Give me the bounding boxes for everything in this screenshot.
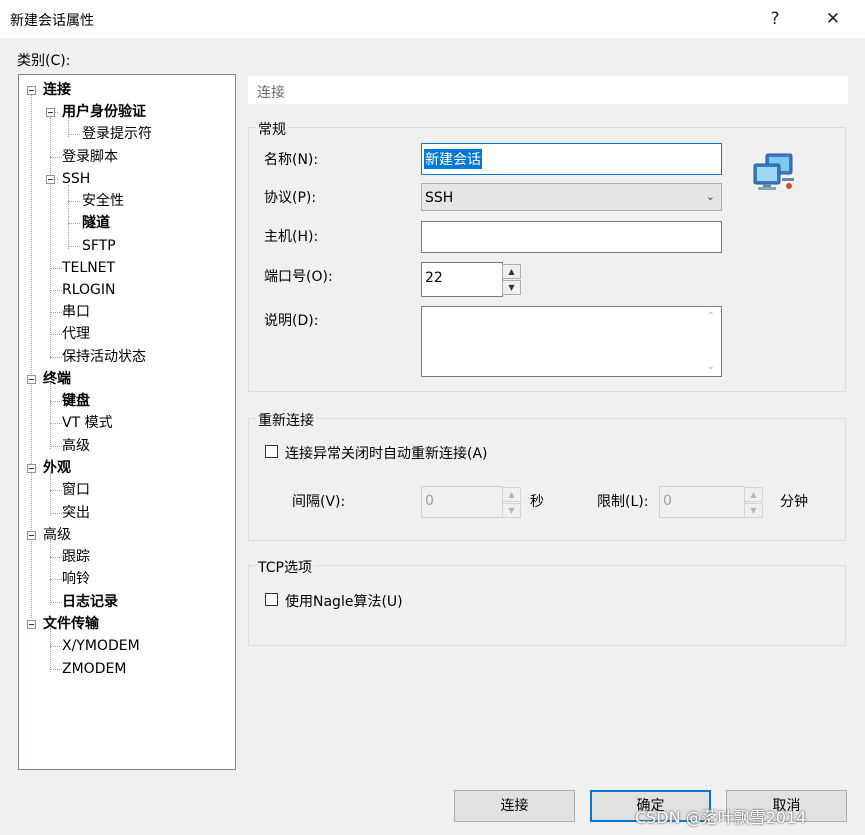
tree-item-trace[interactable]: 跟踪 xyxy=(62,547,90,567)
auto-reconnect-label[interactable]: 连接异常关闭时自动重新连接(A) xyxy=(285,443,488,463)
description-label: 说明(D): xyxy=(264,313,319,329)
host-input[interactable] xyxy=(421,221,722,253)
scroll-down-icon[interactable]: ⌄ xyxy=(707,361,715,372)
category-label: 类别(C): xyxy=(17,53,71,69)
tree-item-sftp[interactable]: SFTP xyxy=(82,236,116,256)
name-input-value: 新建会话 xyxy=(424,149,482,169)
name-input[interactable]: 新建会话 xyxy=(421,143,722,175)
general-group-title: 常规 xyxy=(256,119,288,139)
tree-item-terminal-advanced[interactable]: 高级 xyxy=(62,436,90,456)
tree-item-connection[interactable]: 连接 xyxy=(43,80,71,100)
tree-item-highlight[interactable]: 突出 xyxy=(62,503,90,523)
watermark: CSDN @落叶飘雪2014 xyxy=(635,808,807,827)
tree-item-serial[interactable]: 串口 xyxy=(62,302,90,322)
expand-toggle-icon[interactable] xyxy=(46,175,55,184)
tcp-group-title: TCP选项 xyxy=(256,557,314,577)
tree-item-keyboard[interactable]: 键盘 xyxy=(62,391,90,411)
host-label: 主机(H): xyxy=(264,229,319,245)
tree-item-rlogin[interactable]: RLOGIN xyxy=(62,280,116,300)
tree-item-login-prompt[interactable]: 登录提示符 xyxy=(82,124,152,144)
tree-item-xymodem[interactable]: X/YMODEM xyxy=(62,636,140,656)
interval-spin-up[interactable]: ▲ xyxy=(502,487,521,502)
connect-button[interactable]: 连接 xyxy=(454,790,575,822)
name-label: 名称(N): xyxy=(264,152,319,168)
expand-toggle-icon[interactable] xyxy=(27,86,36,95)
tree-item-advanced[interactable]: 高级 xyxy=(43,525,71,545)
tree-item-logging[interactable]: 日志记录 xyxy=(62,592,118,612)
tree-item-tunnel[interactable]: 隧道 xyxy=(82,213,110,233)
nagle-checkbox[interactable] xyxy=(265,593,278,606)
tree-item-appearance[interactable]: 外观 xyxy=(43,458,71,478)
expand-toggle-icon[interactable] xyxy=(27,464,36,473)
scroll-up-icon[interactable]: ⌃ xyxy=(707,311,715,322)
interval-label: 间隔(V): xyxy=(292,494,346,510)
limit-input[interactable]: 0 xyxy=(659,486,745,518)
nagle-label[interactable]: 使用Nagle算法(U) xyxy=(285,591,403,611)
chevron-down-icon: ⌄ xyxy=(705,190,715,203)
section-header-title: 连接 xyxy=(257,85,285,101)
tree-item-vt-mode[interactable]: VT 模式 xyxy=(62,413,113,433)
limit-spin-up[interactable]: ▲ xyxy=(744,487,763,502)
reconnect-group xyxy=(248,418,846,541)
auto-reconnect-checkbox[interactable] xyxy=(265,445,278,458)
interval-spin-down[interactable]: ▼ xyxy=(502,503,521,518)
port-input[interactable]: 22 xyxy=(421,262,503,297)
description-textarea[interactable]: ⌃ ⌄ xyxy=(421,306,722,377)
help-button[interactable]: ? xyxy=(760,6,790,32)
interval-unit: 秒 xyxy=(530,494,544,510)
expand-toggle-icon[interactable] xyxy=(27,620,36,629)
window-title: 新建会话属性 xyxy=(10,13,94,29)
reconnect-group-title: 重新连接 xyxy=(256,410,316,430)
tree-item-keepalive[interactable]: 保持活动状态 xyxy=(62,347,146,367)
port-label: 端口号(O): xyxy=(264,269,333,285)
expand-toggle-icon[interactable] xyxy=(27,531,36,540)
title-bar: 新建会话属性 ? ✕ xyxy=(0,0,865,38)
tree-item-telnet[interactable]: TELNET xyxy=(62,258,115,278)
category-tree[interactable]: 连接 用户身份验证 登录提示符 登录脚本 SSH 安全性 隧道 SFTP TEL… xyxy=(18,74,236,770)
interval-input[interactable]: 0 xyxy=(421,486,503,518)
close-button[interactable]: ✕ xyxy=(818,6,848,32)
protocol-select-value: SSH xyxy=(425,190,454,206)
tree-item-proxy[interactable]: 代理 xyxy=(62,324,90,344)
port-input-value: 22 xyxy=(425,270,443,286)
interval-input-value: 0 xyxy=(425,493,434,509)
section-header: 连接 xyxy=(248,76,848,104)
protocol-select[interactable]: SSH ⌄ xyxy=(421,183,722,211)
tree-item-login-script[interactable]: 登录脚本 xyxy=(62,147,118,167)
network-computers-icon xyxy=(753,153,794,190)
protocol-label: 协议(P): xyxy=(264,190,317,206)
limit-spin-down[interactable]: ▼ xyxy=(744,503,763,518)
tree-item-auth[interactable]: 用户身份验证 xyxy=(62,102,146,122)
tree-item-terminal[interactable]: 终端 xyxy=(43,369,71,389)
port-spin-down[interactable]: ▼ xyxy=(502,280,521,295)
tree-item-zmodem[interactable]: ZMODEM xyxy=(62,659,126,679)
tree-item-security[interactable]: 安全性 xyxy=(82,191,124,211)
limit-unit: 分钟 xyxy=(780,494,808,510)
tree-item-bell[interactable]: 响铃 xyxy=(62,569,90,589)
tree-item-file-transfer[interactable]: 文件传输 xyxy=(43,614,99,634)
expand-toggle-icon[interactable] xyxy=(46,108,55,117)
limit-label: 限制(L): xyxy=(597,494,649,510)
tree-item-window[interactable]: 窗口 xyxy=(62,480,90,500)
expand-toggle-icon[interactable] xyxy=(27,375,36,384)
tree-item-ssh[interactable]: SSH xyxy=(62,169,90,189)
port-spin-up[interactable]: ▲ xyxy=(502,264,521,279)
limit-input-value: 0 xyxy=(663,493,672,509)
